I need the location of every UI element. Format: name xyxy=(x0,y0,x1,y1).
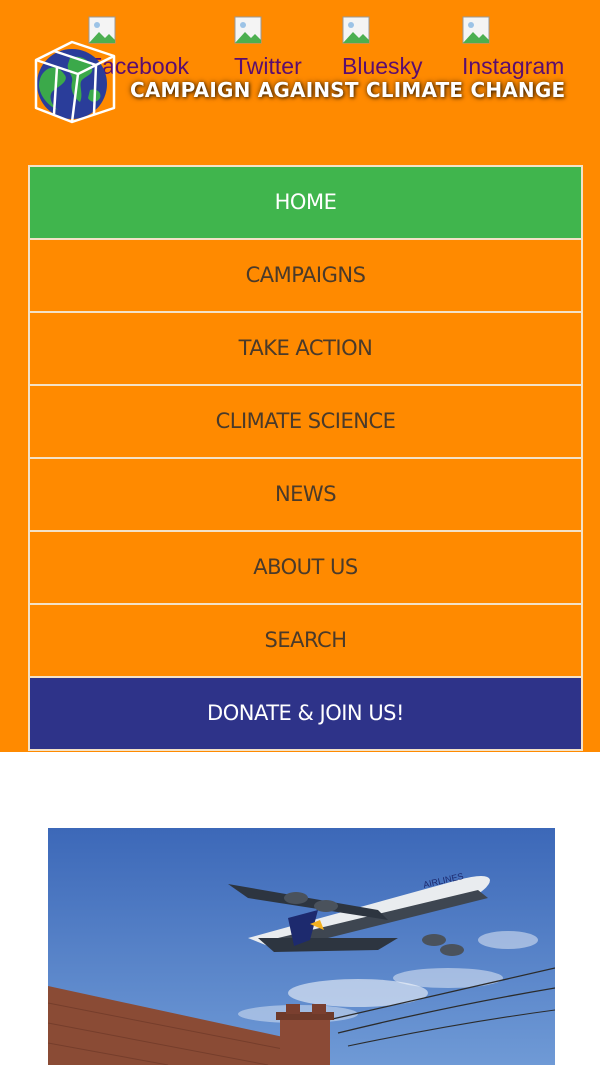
broken-image-icon xyxy=(234,16,262,44)
nav-item-climate-science[interactable]: CLIMATE SCIENCE xyxy=(30,386,581,459)
nav-item-about-us[interactable]: ABOUT US xyxy=(30,532,581,605)
broken-image-icon xyxy=(342,16,370,44)
site-logo[interactable] xyxy=(30,34,120,124)
nav-item-news[interactable]: NEWS xyxy=(30,459,581,532)
nav-item-search[interactable]: SEARCH xyxy=(30,605,581,678)
instagram-label: Instagram xyxy=(462,53,565,79)
bluesky-label: Bluesky xyxy=(342,53,423,79)
nav-item-home[interactable]: HOME xyxy=(30,167,581,240)
nav-item-donate-join[interactable]: DONATE & JOIN US! xyxy=(30,678,581,749)
site-header: Facebook Twitter Bluesky Instagram CAMPA… xyxy=(0,0,600,752)
twitter-label: Twitter xyxy=(234,53,302,79)
hero-image[interactable]: AIRLINES xyxy=(48,828,555,1065)
broken-image-icon xyxy=(462,16,490,44)
greenhouse-globe-icon xyxy=(34,40,116,124)
nav-item-take-action[interactable]: TAKE ACTION xyxy=(30,313,581,386)
main-navigation: HOME CAMPAIGNS TAKE ACTION CLIMATE SCIEN… xyxy=(28,165,583,751)
site-title[interactable]: CAMPAIGN AGAINST CLIMATE CHANGE xyxy=(130,78,570,102)
nav-item-campaigns[interactable]: CAMPAIGNS xyxy=(30,240,581,313)
